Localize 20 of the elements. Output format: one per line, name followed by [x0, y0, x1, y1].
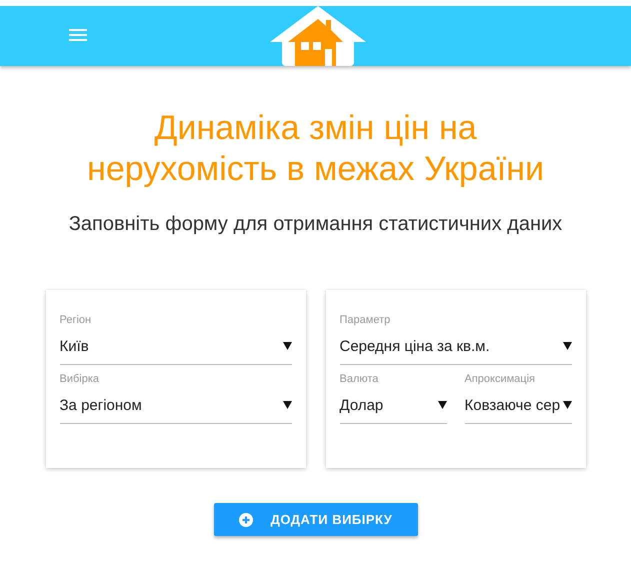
caret-icon: [562, 342, 572, 350]
select-field[interactable]: За регіоном: [60, 387, 292, 424]
caret-icon: [562, 401, 572, 409]
field-label: Апроксимація: [464, 373, 536, 387]
caret-icon: [282, 401, 292, 409]
field-label: Вибірка: [60, 373, 100, 387]
select-field[interactable]: Київ: [60, 328, 292, 365]
field-label: Регіон: [60, 314, 92, 328]
plus-circle-icon: [238, 512, 253, 526]
select-field[interactable]: Середня ціна за кв.м.: [340, 328, 572, 365]
page-title: Динаміка змін цін на нерухомість в межах України: [87, 108, 544, 190]
select-field[interactable]: Долар: [340, 387, 446, 424]
house-logo-icon[interactable]: [270, 6, 366, 66]
select-field[interactable]: Ковзаюче сер: [464, 387, 572, 424]
subtitle: Заповніть форму для отримання статистичних даних: [68, 212, 564, 236]
field-label: Валюта: [340, 373, 380, 387]
menu-icon[interactable]: [69, 29, 87, 41]
caret-icon: [282, 342, 292, 350]
field-label: Параметр: [340, 314, 392, 328]
caret-icon: [438, 401, 446, 409]
